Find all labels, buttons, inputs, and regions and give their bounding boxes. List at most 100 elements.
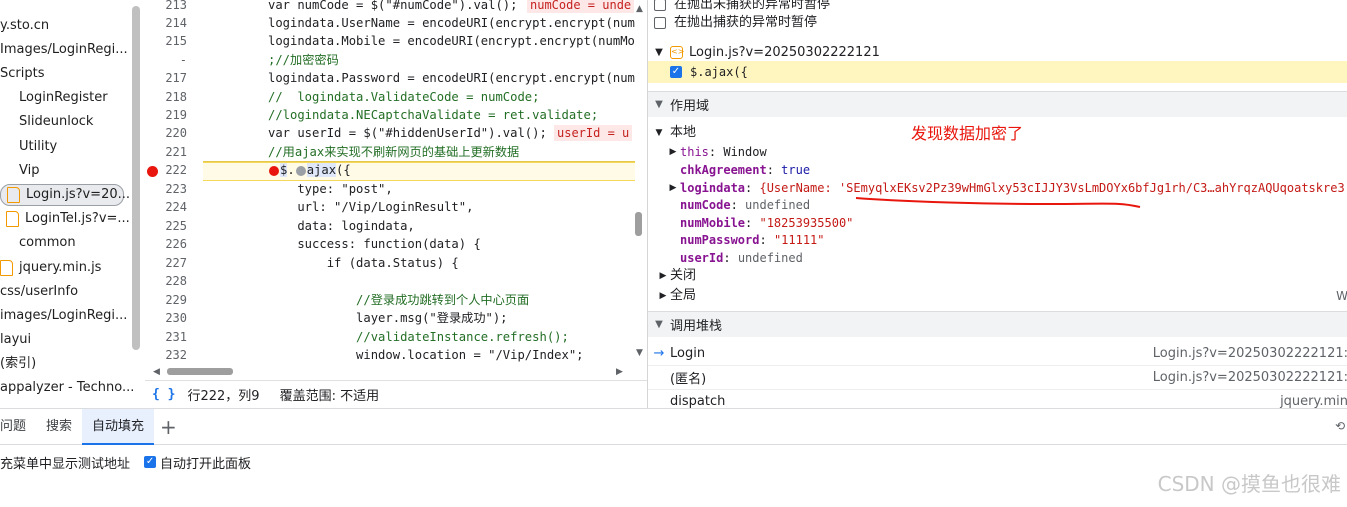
line-number[interactable]: 231: [145, 328, 187, 346]
autoopen-label: 自动打开此面板: [160, 456, 252, 472]
scroll-up-icon[interactable]: ▲: [636, 4, 643, 14]
line-number[interactable]: 220: [145, 124, 187, 142]
tree-item[interactable]: y.sto.cn: [0, 15, 49, 37]
line-number[interactable]: 214: [145, 14, 187, 32]
global-scope[interactable]: ▶ 全局 W: [656, 287, 1347, 305]
editor-status-bar: { } 行222，列9 覆盖范围: 不适用: [145, 380, 647, 408]
tree-item[interactable]: Images/LoginRegi...: [0, 39, 128, 61]
code-line: if (data.Status) {: [268, 256, 459, 270]
line-number[interactable]: 232: [145, 346, 187, 364]
line-number[interactable]: 224: [145, 198, 187, 216]
tab-search[interactable]: 搜索: [36, 409, 82, 445]
show-test-address-option[interactable]: 充菜单中显示测试地址: [0, 453, 130, 472]
code-line: url: "/Vip/LoginResult",: [268, 200, 474, 214]
tree-folder-utility[interactable]: Utility: [0, 136, 57, 158]
line-number[interactable]: 227: [145, 254, 187, 272]
line-number[interactable]: 228: [145, 272, 187, 290]
expand-triangle-icon[interactable]: ▶: [666, 143, 680, 161]
scroll-left-icon[interactable]: ◀: [153, 367, 160, 377]
tree-item[interactable]: css/userInfo: [0, 281, 78, 303]
file-icon: [6, 211, 19, 227]
refresh-icon[interactable]: ⟲: [1335, 419, 1345, 433]
callstack-frame[interactable]: (匿名) Login.js?v=20250302222121:: [648, 366, 1347, 390]
code-line: //登录成功跳转到个人中心页面: [268, 293, 530, 307]
pretty-print-icon[interactable]: { }: [152, 387, 175, 402]
file-tree-scrollbar[interactable]: [132, 6, 140, 350]
callstack-frame-current[interactable]: → Login Login.js?v=20250302222121:: [648, 342, 1347, 366]
closure-scope[interactable]: ▶ 关闭: [656, 267, 696, 285]
source-editor[interactable]: 213 214 215 - 217 218 219 220 221 222 22…: [145, 0, 647, 380]
tree-item[interactable]: appalyzer - Techno...: [0, 377, 134, 399]
code-line: //logindata.NECaptchaValidate = ret.vali…: [268, 108, 599, 122]
code-line: //validateInstance.refresh();: [268, 330, 569, 344]
local-scope-header[interactable]: ▼ 本地: [648, 124, 696, 142]
expand-triangle-icon: ▶: [659, 271, 667, 281]
line-number[interactable]: 229: [145, 291, 187, 309]
line-number[interactable]: 217: [145, 69, 187, 87]
tree-folder-vip[interactable]: Vip: [0, 160, 39, 182]
tree-item[interactable]: layui: [0, 329, 31, 351]
code-line: logindata.Password = encodeURI(encrypt.e…: [268, 71, 635, 85]
editor-horizontal-scrollbar[interactable]: [167, 368, 233, 375]
annotation-text: 发现数据加密了: [911, 124, 1024, 143]
callstack-frame[interactable]: dispatch jquery.min: [648, 390, 1347, 408]
scope-var-chkagreement[interactable]: chkAgreement: true: [680, 161, 810, 179]
scope-section-header[interactable]: ▼ 作用域: [648, 91, 1347, 117]
autoopen-checkbox[interactable]: ✓: [144, 456, 157, 468]
editor-vertical-scrollbar[interactable]: [635, 212, 642, 236]
line-number[interactable]: 225: [145, 217, 187, 235]
tree-file-logintel-js[interactable]: LoginTel.js?v=...: [6, 208, 130, 230]
tree-file-login-js[interactable]: Login.js?v=20...: [0, 184, 130, 206]
line-number[interactable]: 215: [145, 32, 187, 50]
tree-item[interactable]: (索引): [0, 353, 36, 375]
code-line: // logindata.ValidateCode = numCode;: [268, 90, 540, 104]
tree-item[interactable]: images/LoginRegi...: [0, 305, 127, 327]
scroll-right-icon[interactable]: ▶: [616, 367, 623, 377]
tree-folder-slideunlock[interactable]: Slideunlock: [0, 111, 93, 133]
pause-caught-option[interactable]: 在抛出捕获的异常时暂停: [654, 13, 817, 33]
checkbox[interactable]: [654, 0, 666, 11]
js-file-icon: <>: [670, 45, 684, 59]
line-number[interactable]: -: [145, 51, 187, 69]
scope-var-userid[interactable]: userId: undefined: [680, 249, 803, 267]
expand-triangle-icon[interactable]: ▶: [666, 179, 680, 197]
inline-breakpoint-marker[interactable]: [269, 166, 279, 176]
line-number[interactable]: 230: [145, 309, 187, 327]
code-line: type: "post",: [268, 182, 393, 196]
expand-triangle-icon: ▶: [659, 291, 667, 301]
scope-var-numcode[interactable]: numCode: undefined: [680, 196, 810, 214]
line-number[interactable]: 218: [145, 88, 187, 106]
line-number[interactable]: 226: [145, 235, 187, 253]
add-tab-icon[interactable]: +: [160, 415, 177, 439]
code-line: layer.msg("登录成功");: [268, 311, 508, 325]
line-number[interactable]: 221: [145, 143, 187, 161]
line-number[interactable]: 213: [145, 0, 187, 14]
scope-var-this[interactable]: ▶ this: Window: [666, 143, 767, 161]
tab-issues[interactable]: 问题: [0, 409, 36, 445]
breakpoint-file-group[interactable]: ▼ <> Login.js?v=20250302222121: [648, 42, 880, 62]
collapse-triangle-icon: ▼: [655, 319, 663, 330]
callstack-section-header[interactable]: ▼ 调用堆栈: [648, 311, 1347, 337]
tree-folder-common[interactable]: common: [0, 232, 76, 254]
autofill-panel: 充菜单中显示测试地址 ✓ 自动打开此面板 CSDN @摸鱼也很难: [0, 446, 1347, 507]
scope-var-numpassword[interactable]: numPassword: "11111": [680, 231, 825, 249]
line-number[interactable]: 223: [145, 180, 187, 198]
tree-folder-loginregister[interactable]: LoginRegister: [0, 87, 108, 109]
scope-var-nummobile[interactable]: numMobile: "18253935500": [680, 214, 853, 232]
file-icon: [7, 187, 20, 203]
tree-item[interactable]: Scripts: [0, 63, 44, 85]
tab-autofill[interactable]: 自动填充: [82, 408, 155, 445]
code-line: data: logindata,: [268, 219, 415, 233]
checkbox[interactable]: [654, 17, 666, 29]
code-line: //用ajax来实现不刷新网页的基础上更新数据: [268, 145, 520, 159]
breakpoint-checkbox[interactable]: ✓: [670, 66, 682, 78]
line-number[interactable]: 219: [145, 106, 187, 124]
scroll-down-icon[interactable]: ▼: [636, 348, 643, 358]
code-line: success: function(data) {: [268, 237, 481, 251]
tree-file-jquery[interactable]: jquery.min.js: [0, 257, 101, 279]
coverage-status: 覆盖范围: 不适用: [279, 389, 380, 404]
line-number[interactable]: 222: [145, 161, 187, 179]
collapse-triangle-icon[interactable]: ▼: [648, 47, 670, 58]
breakpoint-entry[interactable]: ✓ $.ajax({: [648, 61, 1347, 83]
file-icon: [0, 260, 13, 276]
